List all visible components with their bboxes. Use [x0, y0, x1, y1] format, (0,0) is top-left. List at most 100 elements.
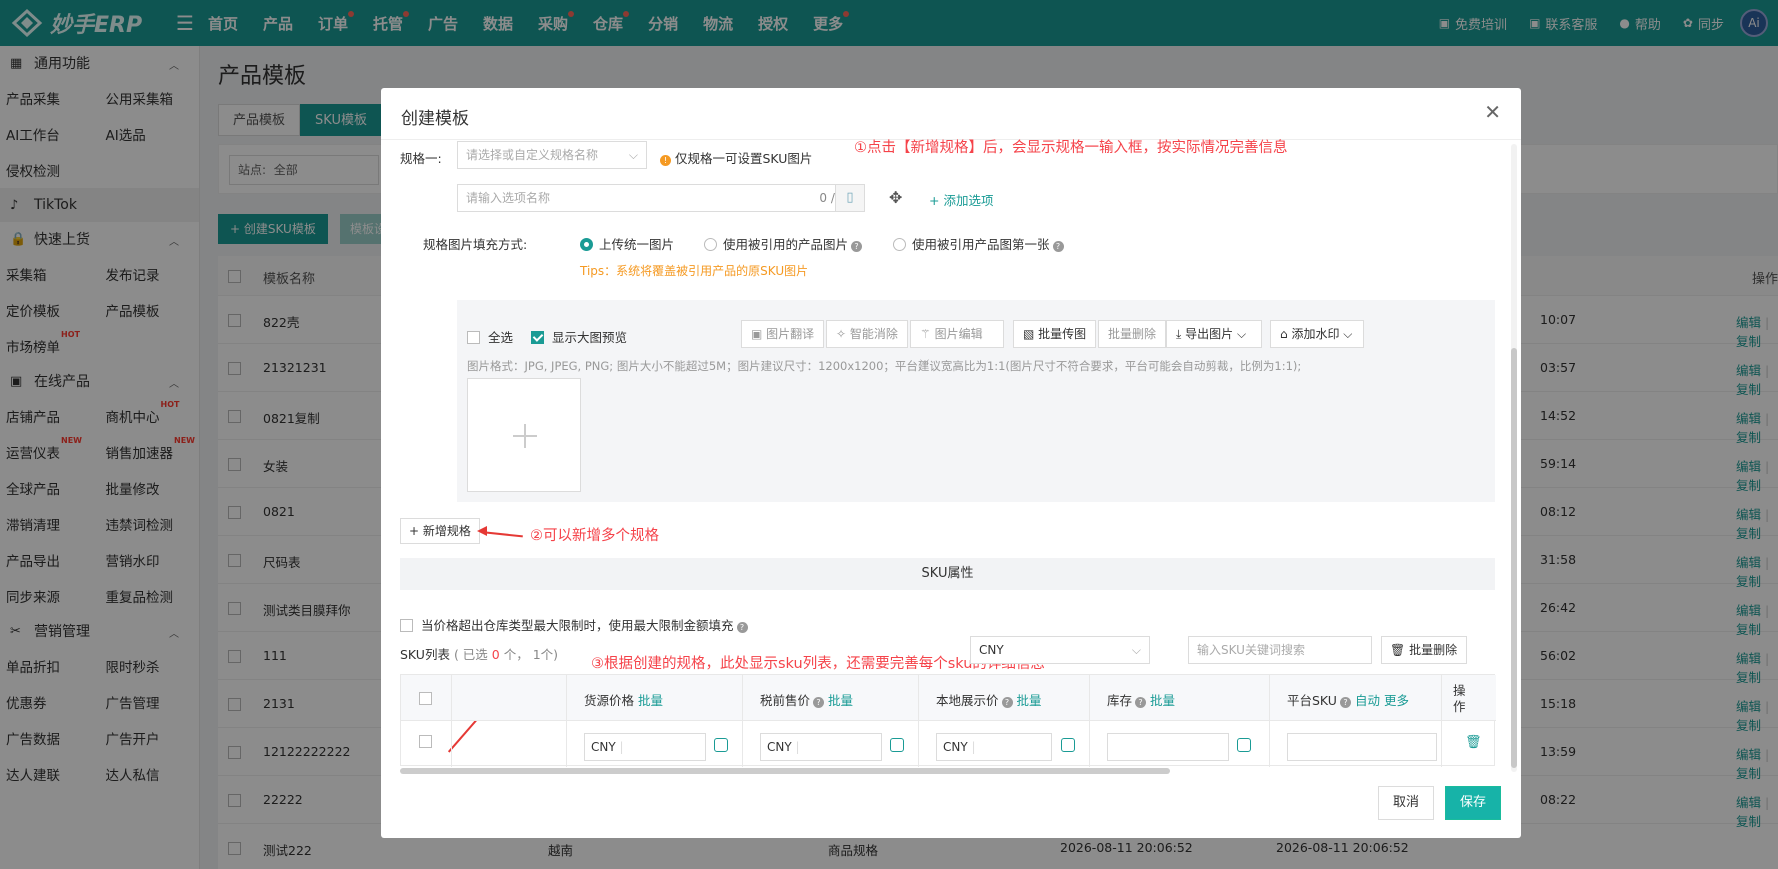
spec-label: 规格一: [400, 151, 442, 166]
radio-unchecked[interactable] [893, 238, 906, 251]
fill-option-first-image[interactable]: 使用被引用产品图第一张? [893, 234, 1064, 253]
source-price-input[interactable]: CNY | [584, 733, 706, 761]
col-divider [1269, 675, 1270, 767]
help-icon: ? [1339, 697, 1351, 708]
warning-icon: ! [660, 155, 671, 166]
batch-link[interactable]: 批量 [638, 693, 663, 708]
platform-sku-input[interactable] [1287, 733, 1437, 761]
col-divider [742, 675, 743, 767]
batch-upload-button[interactable]: ▧ 批量传图 [1013, 320, 1097, 348]
fill-option-unified[interactable]: 上传统一图片 [580, 234, 674, 253]
local-price-input[interactable]: CNY | [936, 733, 1052, 761]
cube-icon[interactable] [714, 738, 728, 752]
checkbox[interactable] [400, 619, 413, 632]
sku-batch-delete-button[interactable]: 🗑 批量删除 [1381, 636, 1467, 664]
arrow-head [477, 526, 487, 536]
chevron-down-icon: ⌵ [628, 148, 638, 162]
max-fill-option[interactable]: 当价格超出仓库类型最大限制时，使用最大限制金额填充? [400, 615, 748, 634]
fill-mode-label: 规格图片填充方式: [423, 237, 528, 252]
spec-tip: ! 仅规格一可设置SKU图片 [657, 148, 812, 167]
sku-list-label: SKU列表 ( 已选 0 个， 1个) [400, 647, 559, 662]
col-platform-sku: 平台SKU? 自动 更多 [1287, 693, 1409, 708]
chevron-down-icon: ⌵ [1131, 643, 1141, 657]
show-preview-toggle[interactable]: 显示大图预览 [531, 327, 627, 346]
checkbox[interactable] [467, 331, 480, 344]
option-name-input[interactable]: 请输入选项名称 0 / 50 [457, 184, 865, 212]
help-icon: ? [813, 697, 825, 708]
col-divider [1441, 675, 1442, 767]
fill-option-product-images[interactable]: 使用被引用的产品图片? [704, 234, 863, 253]
batch-delete-images-button[interactable]: 批量删除 [1098, 320, 1167, 348]
help-icon: ? [1135, 697, 1147, 708]
watermark-icon: ⌂ [1280, 327, 1288, 341]
translate-icon: ▣ [751, 327, 763, 341]
col-divider [918, 675, 919, 767]
selected-count: 0 [491, 647, 500, 662]
trash-icon: 🗑 [1390, 643, 1406, 657]
modal-scrollbar-thumb[interactable] [1511, 348, 1517, 768]
spec-name-select[interactable]: 请选择或自定义规格名称 ⌵ [457, 141, 647, 169]
export-images-dropdown[interactable]: ⤓ 导出图片 ⌵ [1166, 320, 1262, 348]
sku-select-all-checkbox[interactable] [419, 692, 432, 705]
more-link[interactable]: 更多 [1384, 693, 1409, 708]
erase-icon: ✧ [836, 327, 847, 341]
sku-row-checkbox[interactable] [419, 735, 432, 748]
batch-link[interactable]: 批量 [828, 693, 853, 708]
image-upload-plus-icon[interactable] [467, 378, 581, 492]
radio-checked[interactable] [580, 238, 593, 251]
batch-link[interactable]: 批量 [1017, 693, 1042, 708]
batch-link[interactable]: 批量 [1150, 693, 1175, 708]
currency-select[interactable]: CNY ⌵ [970, 636, 1150, 664]
magic-wand-icon: ⚚ [920, 327, 931, 341]
col-operation: 操 作 [1453, 683, 1466, 714]
image-format-hint: 图片格式：JPG, JPEG, PNG; 图片大小不能超过5M；图片建议尺寸：1… [467, 359, 1302, 373]
delete-row-icon[interactable]: 🗑 [1465, 735, 1482, 750]
auto-link[interactable]: 自动 [1355, 693, 1380, 708]
sku-grid-horizontal-scrollbar[interactable] [400, 768, 1170, 774]
annotation-1: ①点击【新增规格】后，会显示规格一输入框，按实际情况完善信息 [854, 140, 1288, 156]
delete-option-icon[interactable]: ▯ [835, 184, 865, 212]
help-icon: ? [736, 622, 748, 633]
cube-icon[interactable] [890, 738, 904, 752]
col-divider [1089, 675, 1090, 767]
save-button[interactable]: 保存 [1445, 786, 1502, 820]
smart-erase-button[interactable]: ✧ 智能消除 [826, 320, 908, 348]
cancel-button[interactable]: 取消 [1378, 786, 1435, 820]
stock-input[interactable] [1107, 733, 1229, 761]
col-divider [566, 675, 567, 767]
add-spec-button[interactable]: + 新增规格 [400, 518, 480, 544]
col-stock: 库存? 批量 [1107, 693, 1176, 708]
modal-title: 创建模板 [401, 109, 469, 129]
cube-icon[interactable] [1061, 738, 1075, 752]
image-zone: 全选 显示大图预览 ▣ 图片翻译 ✧ 智能消除 ⚚ 图片编辑 ⌵ ▧ 批量传图 … [457, 300, 1495, 502]
col-divider [451, 675, 452, 767]
download-icon: ⤓ [1176, 327, 1182, 341]
chevron-down-icon: ⌵ [1236, 327, 1247, 341]
pretax-price-input[interactable]: CNY | [760, 733, 882, 761]
col-pretax-price: 税前售价? 批量 [760, 693, 854, 708]
radio-unchecked[interactable] [704, 238, 717, 251]
col-local-price: 本地展示价? 批量 [936, 693, 1042, 708]
help-icon: ? [851, 241, 863, 252]
sku-search-input[interactable]: 输入SKU关键词搜索 [1188, 636, 1372, 664]
drag-move-icon[interactable]: ✥ [889, 188, 902, 207]
annotation-arrow-2 [480, 531, 523, 538]
col-source-price: 货源价格 批量 [584, 693, 664, 708]
image-upload-icon: ▧ [1023, 327, 1035, 341]
sku-attributes-header: SKU属性 [400, 558, 1495, 590]
fill-tips: Tips：系统将覆盖被引用产品的原SKU图片 [580, 264, 809, 278]
close-icon[interactable]: ✕ [1484, 100, 1501, 124]
sku-grid: 货源价格 批量 税前售价? 批量 本地展示价? 批量 库存? 批量 平台SKU?… [400, 674, 1496, 767]
image-edit-dropdown[interactable]: ⚚ 图片编辑 ⌵ [910, 320, 1004, 367]
select-all-images[interactable]: 全选 [467, 327, 513, 346]
help-icon: ? [1001, 697, 1013, 708]
image-translate-button[interactable]: ▣ 图片翻译 [741, 320, 825, 348]
annotation-2: ②可以新增多个规格 [530, 528, 659, 544]
add-option-button[interactable]: + 添加选项 [929, 190, 993, 209]
modal-header: 创建模板 ✕ [381, 88, 1521, 140]
cube-icon[interactable] [1237, 738, 1251, 752]
chevron-down-icon: ⌵ [1343, 327, 1353, 341]
create-template-modal: 创建模板 ✕ 规格一: 请选择或自定义规格名称 ⌵ ! 仅规格一可设置SKU图片… [381, 88, 1521, 838]
add-watermark-dropdown[interactable]: ⌂ 添加水印 ⌵ [1270, 320, 1364, 348]
checkbox-checked[interactable] [531, 331, 544, 344]
